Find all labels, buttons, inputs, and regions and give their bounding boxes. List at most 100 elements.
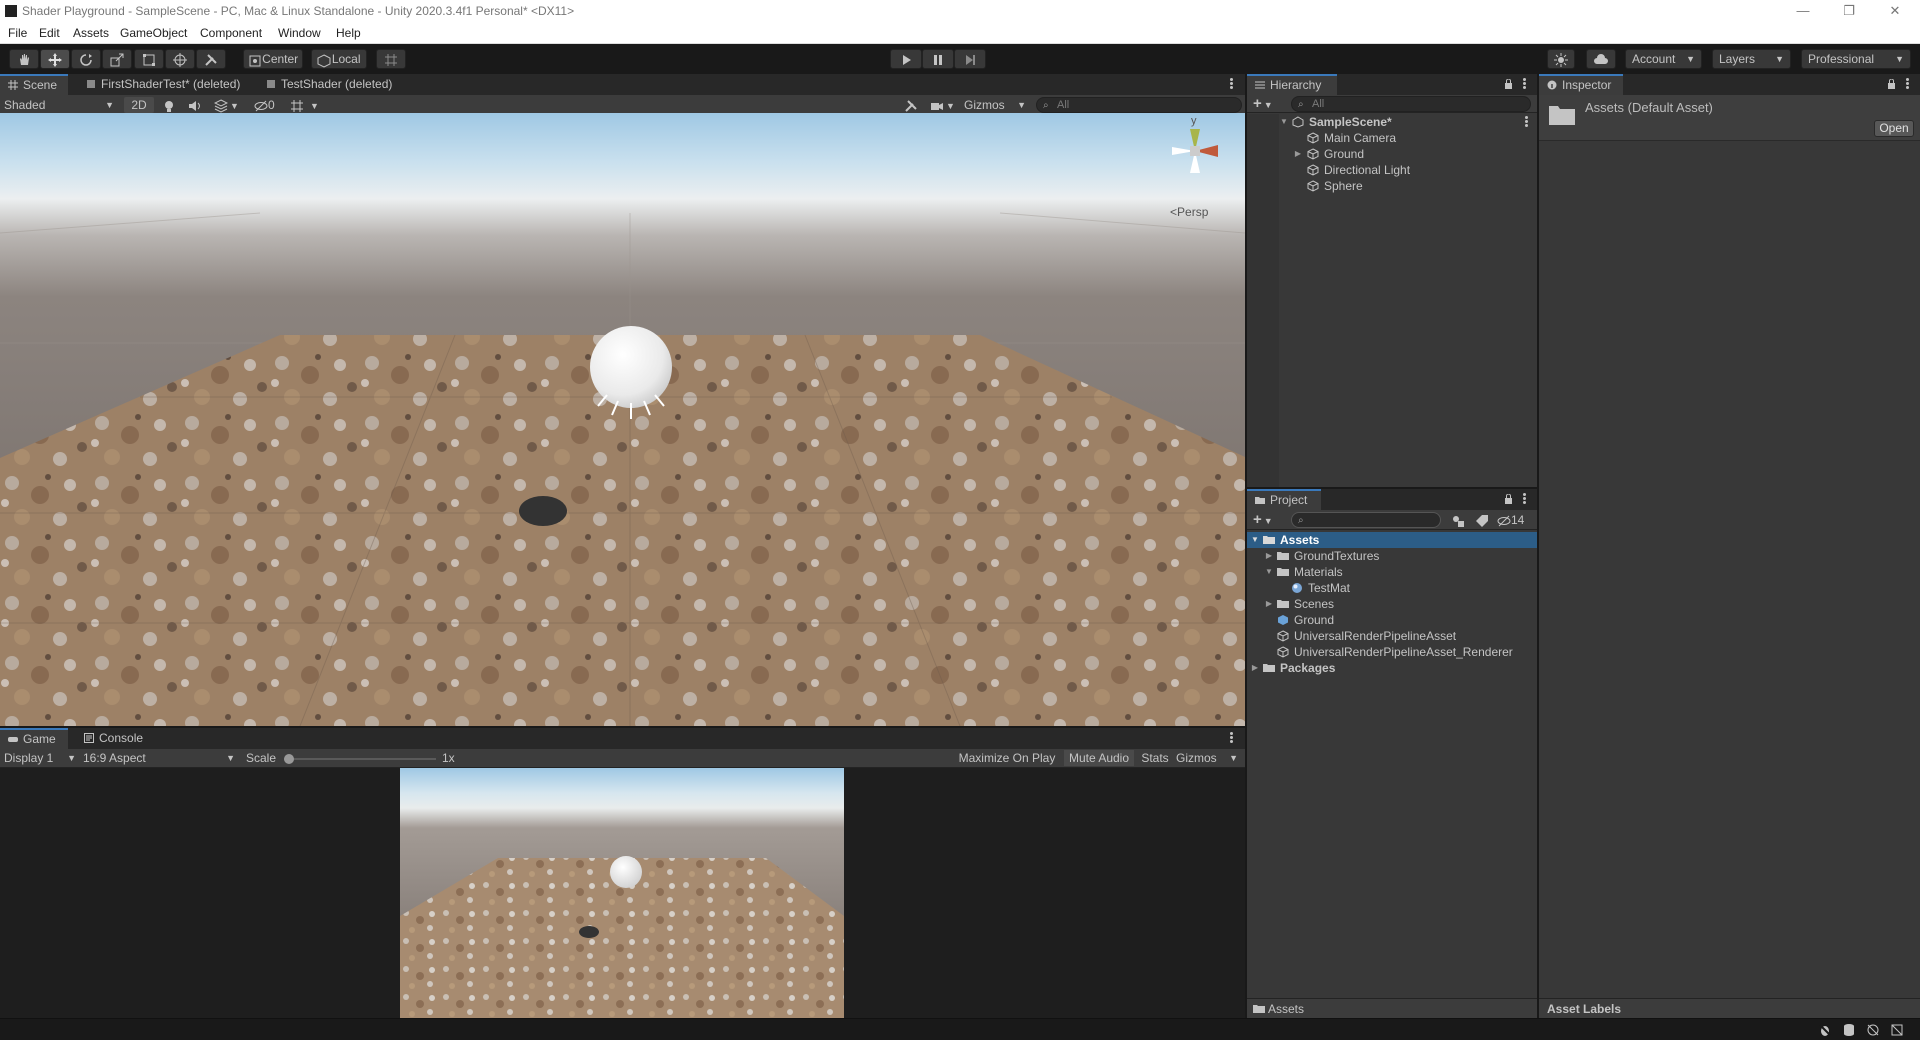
restore-button[interactable]: ❐ <box>1826 2 1872 22</box>
transform-tool-button[interactable] <box>165 49 195 69</box>
tab-test-shader[interactable]: TestShader (deleted) <box>258 74 400 95</box>
inspector-menu-icon[interactable] <box>1906 78 1910 90</box>
project-item-urp-renderer[interactable]: UniversalRenderPipelineAsset_Renderer <box>1247 644 1537 660</box>
mute-audio-toggle[interactable]: Mute Audio <box>1064 750 1134 766</box>
project-assets-row[interactable]: ▼ Assets <box>1247 532 1537 548</box>
close-button[interactable]: ✕ <box>1872 2 1918 22</box>
lock-icon[interactable] <box>1504 494 1513 504</box>
display-dropdown[interactable]: Display 1 ▼ <box>4 750 78 766</box>
chevron-down-icon[interactable]: ▼ <box>1279 114 1289 130</box>
scale-tool-button[interactable] <box>102 49 132 69</box>
package-visibility-toggle[interactable]: 14 <box>1497 512 1533 528</box>
move-tool-button[interactable] <box>40 49 70 69</box>
project-item-ground-prefab[interactable]: Ground <box>1247 612 1537 628</box>
grid-snap-button[interactable] <box>376 49 406 69</box>
chevron-down-icon[interactable]: ▼ <box>1250 532 1260 548</box>
project-packages-row[interactable]: ▶ Packages <box>1247 660 1537 676</box>
layout-dropdown[interactable]: Professional ▼ <box>1801 49 1911 69</box>
menu-file[interactable]: File <box>8 26 27 40</box>
cloud-button[interactable] <box>1586 49 1616 69</box>
hand-tool-button[interactable] <box>9 49 39 69</box>
toggle-2d-button[interactable]: 2D <box>124 97 154 113</box>
lock-icon[interactable] <box>1887 79 1896 89</box>
scene-orientation-gizmo[interactable]: y <box>1160 115 1230 181</box>
project-item-test-mat[interactable]: TestMat <box>1247 580 1537 596</box>
project-item-urp-asset[interactable]: UniversalRenderPipelineAsset <box>1247 628 1537 644</box>
scene-visibility-toggle[interactable]: 0 <box>254 97 286 113</box>
tab-project[interactable]: Project <box>1247 489 1321 510</box>
hierarchy-item-main-camera[interactable]: Main Camera <box>1247 130 1537 146</box>
search-by-type-button[interactable] <box>1451 512 1467 528</box>
tab-inspector[interactable]: Inspector <box>1539 74 1623 95</box>
aspect-dropdown[interactable]: 16:9 Aspect ▼ <box>83 750 237 766</box>
menu-window[interactable]: Window <box>278 26 321 40</box>
audio-toggle[interactable] <box>188 97 206 113</box>
grid-dropdown[interactable]: ▼ <box>290 97 328 113</box>
chevron-right-icon[interactable]: ▶ <box>1264 596 1274 612</box>
lighting-toggle[interactable] <box>162 97 180 113</box>
project-item-materials[interactable]: ▼ Materials <box>1247 564 1537 580</box>
project-add-button[interactable]: + ▼ <box>1253 512 1277 528</box>
rect-tool-button[interactable] <box>134 49 164 69</box>
play-button[interactable] <box>890 49 922 69</box>
hierarchy-search-input[interactable]: ⌕ All <box>1291 96 1531 112</box>
hierarchy-scene-row[interactable]: ▼ SampleScene* <box>1247 114 1537 130</box>
hierarchy-add-button[interactable]: + ▼ <box>1253 96 1277 112</box>
effects-dropdown[interactable]: ▼ <box>214 97 244 113</box>
account-dropdown[interactable]: Account ▼ <box>1625 49 1702 69</box>
projection-toggle[interactable]: <Persp <box>1170 205 1208 219</box>
asset-labels-header[interactable]: Asset Labels <box>1547 1002 1621 1016</box>
hierarchy-item-sphere[interactable]: Sphere <box>1247 178 1537 194</box>
maximize-on-play-toggle[interactable]: Maximize On Play <box>953 750 1061 766</box>
hierarchy-item-directional-light[interactable]: Directional Light <box>1247 162 1537 178</box>
gizmos-dropdown[interactable]: Gizmos ▼ <box>964 97 1028 113</box>
stats-toggle[interactable]: Stats <box>1137 750 1173 766</box>
step-button[interactable] <box>954 49 986 69</box>
chevron-right-icon[interactable]: ▶ <box>1264 548 1274 564</box>
pause-button[interactable] <box>922 49 954 69</box>
layers-dropdown[interactable]: Layers ▼ <box>1712 49 1791 69</box>
tab-first-shader-test[interactable]: FirstShaderTest* (deleted) <box>78 74 248 95</box>
menu-assets[interactable]: Assets <box>73 26 109 40</box>
lock-icon[interactable] <box>1504 79 1513 89</box>
pivot-mode-button[interactable]: Center <box>243 49 303 69</box>
tab-hierarchy[interactable]: Hierarchy <box>1247 74 1337 95</box>
custom-tool-button[interactable] <box>196 49 226 69</box>
scene-search-input[interactable]: ⌕ All <box>1036 97 1242 113</box>
hierarchy-item-ground[interactable]: ▶ Ground <box>1247 146 1537 162</box>
chevron-down-icon[interactable]: ▼ <box>1264 564 1274 580</box>
project-item-scenes[interactable]: ▶ Scenes <box>1247 596 1537 612</box>
scene-options-icon[interactable] <box>1525 116 1529 128</box>
services-button[interactable] <box>1547 49 1575 69</box>
camera-dropdown[interactable]: ▼ <box>930 97 960 113</box>
pivot-space-button[interactable]: Local <box>311 49 367 69</box>
game-gizmos-dropdown[interactable]: Gizmos ▼ <box>1176 750 1240 766</box>
scene-panel-menu-icon[interactable] <box>1230 78 1234 90</box>
database-icon[interactable] <box>1842 1023 1856 1037</box>
chevron-right-icon[interactable]: ▶ <box>1250 660 1260 676</box>
auto-generate-lighting-icon[interactable] <box>1866 1023 1880 1037</box>
tools-button[interactable] <box>904 97 920 113</box>
game-panel-menu-icon[interactable] <box>1230 732 1234 744</box>
tab-game[interactable]: Game <box>0 728 68 749</box>
minimize-button[interactable]: — <box>1780 2 1826 22</box>
draw-mode-dropdown[interactable]: Shaded ▼ <box>4 97 116 113</box>
tab-scene[interactable]: Scene <box>0 74 68 95</box>
project-search-input[interactable]: ⌕ <box>1291 512 1441 528</box>
lighting-progress-icon[interactable] <box>1890 1023 1904 1037</box>
bug-icon[interactable] <box>1818 1023 1832 1037</box>
project-breadcrumb[interactable]: Assets <box>1268 1002 1304 1016</box>
menu-component[interactable]: Component <box>200 26 262 40</box>
scale-slider-thumb[interactable] <box>284 754 294 764</box>
scene-viewport[interactable]: y <Persp <box>0 113 1245 726</box>
scale-slider[interactable] <box>284 754 436 764</box>
hierarchy-menu-icon[interactable] <box>1523 78 1527 90</box>
menu-gameobject[interactable]: GameObject <box>120 26 187 40</box>
project-menu-icon[interactable] <box>1523 493 1527 505</box>
open-button[interactable]: Open <box>1874 120 1914 137</box>
project-item-ground-textures[interactable]: ▶ GroundTextures <box>1247 548 1537 564</box>
tab-console[interactable]: Console <box>76 728 151 749</box>
search-by-label-button[interactable] <box>1475 512 1491 528</box>
chevron-right-icon[interactable]: ▶ <box>1293 146 1303 162</box>
menu-help[interactable]: Help <box>336 26 361 40</box>
